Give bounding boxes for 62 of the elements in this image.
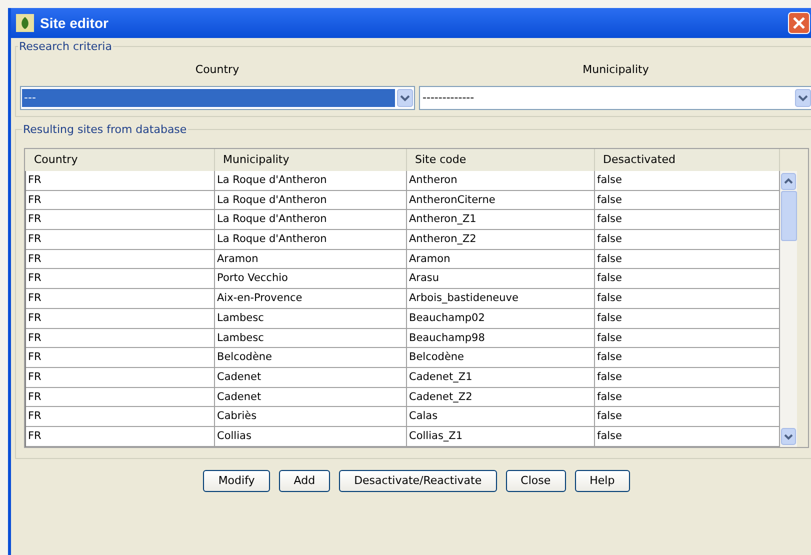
table-cell: Aix-en-Provence [215, 289, 407, 308]
table-cell: FR [26, 210, 215, 230]
table-cell: Lambesc [215, 328, 407, 348]
table-cell: FR [26, 190, 215, 210]
table-cell: Cabriès [215, 407, 407, 426]
table-cell: FR [26, 388, 215, 407]
table-cell: Collias [215, 426, 407, 446]
table-cell: FR [26, 289, 215, 308]
table-cell: FR [26, 171, 215, 190]
dialog-button[interactable]: Help [574, 470, 630, 492]
scrollbar-thumb[interactable] [780, 191, 796, 241]
table-cell: Arbois_bastideneuve [407, 289, 595, 308]
table-cell: Antheron [407, 171, 595, 190]
table-cell: Antheron_Z2 [407, 230, 595, 250]
table-cell: Beauchamp98 [407, 328, 595, 348]
table-cell: Aramon [215, 250, 407, 269]
scroll-down-icon[interactable] [781, 428, 796, 445]
table-cell: Cadenet [215, 368, 407, 387]
table-cell: La Roque d'Antheron [215, 230, 407, 250]
table-cell: La Roque d'Antheron [215, 210, 407, 230]
close-icon[interactable] [788, 12, 810, 34]
country-dropdown[interactable]: --- [20, 86, 414, 110]
table-cell: FR [26, 250, 215, 269]
table-cell: Arasu [407, 269, 595, 288]
dialog-button[interactable]: Add [278, 470, 330, 492]
table-cell: FR [26, 328, 215, 348]
table-cell: La Roque d'Antheron [215, 171, 407, 190]
table-cell: FR [26, 426, 215, 446]
table-cell: La Roque d'Antheron [215, 190, 407, 210]
table-cell: FR [26, 308, 215, 328]
scrollbar[interactable] [780, 171, 797, 447]
table-cell: Belcodène [407, 348, 595, 368]
table-cell: FR [26, 348, 215, 368]
scroll-up-icon[interactable] [781, 173, 796, 190]
table-cell: Belcodène [215, 348, 407, 368]
table-cell: FR [26, 230, 215, 250]
table-cell: FR [26, 269, 215, 288]
table-cell: FR [26, 368, 215, 387]
table-cell: AntheronCiterne [407, 190, 595, 210]
table-cell: Cadenet [215, 388, 407, 407]
dropdown-value: ------------- [422, 90, 476, 106]
country-label: Country [195, 63, 240, 76]
municipality-label: Municipality [582, 63, 649, 76]
table-cell: Lambesc [215, 308, 407, 328]
dialog-button[interactable]: Desactivate/Reactivate [339, 470, 497, 492]
group-legend: Resulting sites from database [22, 123, 188, 136]
table-cell: Beauchamp02 [407, 308, 595, 328]
dialog-button[interactable]: Modify [203, 470, 270, 492]
table-cell: FR [26, 407, 215, 426]
group-legend: Research criteria [18, 40, 113, 53]
dropdown-value: --- [22, 89, 394, 107]
table-cell: Collias_Z1 [407, 426, 595, 446]
window-title: Site editor [40, 15, 110, 31]
leaf-icon [16, 14, 34, 32]
table-cell: Cadenet_Z2 [407, 388, 595, 407]
table-cell: Antheron_Z1 [407, 210, 595, 230]
table-cell: Calas [407, 407, 595, 426]
municipality-dropdown[interactable]: ------------- [418, 86, 811, 110]
table-cell: Aramon [407, 250, 595, 269]
table-cell: Cadenet_Z1 [407, 368, 595, 387]
dialog-button[interactable]: Close [506, 470, 566, 492]
table-cell: Porto Vecchio [215, 269, 407, 288]
